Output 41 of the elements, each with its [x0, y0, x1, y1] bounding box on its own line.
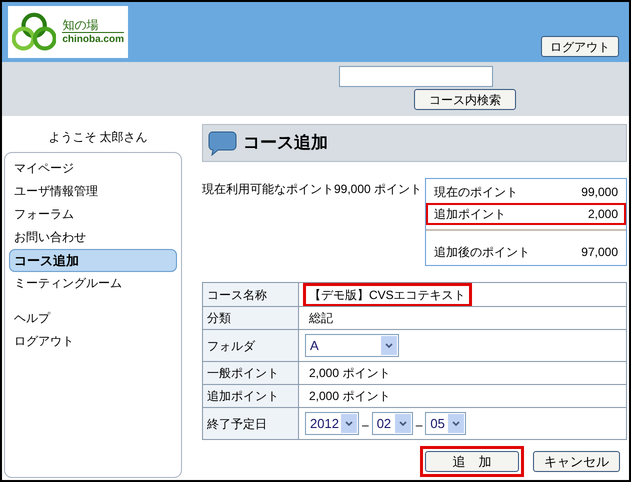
- sidebar-item[interactable]: マイページ: [9, 157, 177, 180]
- sidebar-item[interactable]: ヘルプ: [9, 307, 177, 330]
- select-field[interactable]: 02: [372, 412, 413, 435]
- field-value: 2,000 ポイント: [308, 388, 392, 405]
- sidebar-item[interactable]: ログアウト: [9, 330, 177, 353]
- cancel-button[interactable]: キャンセル: [533, 451, 620, 472]
- logo-subtitle: chinoba.com: [62, 33, 124, 46]
- date-separator: –: [362, 417, 369, 434]
- form-label: 分類: [203, 307, 299, 329]
- form-label: 追加ポイント: [203, 385, 299, 407]
- form-label: 終了予定日: [203, 408, 299, 439]
- logo-title: 知の場: [62, 18, 124, 33]
- add-button[interactable]: 追 加: [425, 451, 519, 472]
- form-label: フォルダ: [203, 330, 299, 361]
- points-label: 追加ポイント: [434, 206, 506, 223]
- points-label: 現在のポイント: [434, 184, 518, 201]
- search-button[interactable]: コース内検索: [414, 89, 516, 110]
- form-label: コース名称: [203, 283, 299, 306]
- points-value: 2,000: [588, 206, 618, 223]
- form-label: 一般ポイント: [203, 362, 299, 384]
- field-value: 2,000 ポイント: [308, 365, 392, 382]
- field-value: 総記: [308, 310, 334, 327]
- points-label: 追加後のポイント: [434, 244, 530, 261]
- sidebar-item[interactable]: ミーティングルーム: [9, 272, 177, 295]
- speech-bubble-icon: [207, 130, 237, 156]
- sidebar-item[interactable]: フォーラム: [9, 203, 177, 226]
- select-field[interactable]: A: [305, 334, 399, 357]
- select-field[interactable]: 05: [425, 412, 466, 435]
- search-field[interactable]: [339, 66, 493, 87]
- page-title: コース追加: [243, 132, 328, 154]
- sidebar-item[interactable]: お問い合わせ: [9, 226, 177, 249]
- highlighted-field-value: 【デモ版】CVSエコテキスト: [303, 282, 472, 306]
- available-points-text: 現在利用可能なポイント99,000 ポイント: [202, 181, 422, 198]
- date-separator: –: [416, 417, 422, 434]
- welcome-text: ようこそ 太郎さん: [47, 129, 149, 146]
- points-value: 97,000: [581, 244, 618, 261]
- sidebar-item[interactable]: ユーザ情報管理: [9, 180, 177, 203]
- logout-button[interactable]: ログアウト: [541, 36, 619, 57]
- select-field[interactable]: 2012: [305, 412, 359, 435]
- sidebar-item[interactable]: コース追加: [9, 249, 177, 272]
- points-value: 99,000: [581, 184, 618, 201]
